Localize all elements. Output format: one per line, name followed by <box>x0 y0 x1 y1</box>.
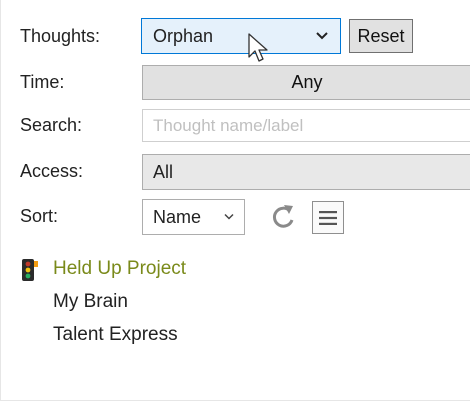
access-dropdown-value: All <box>153 161 174 182</box>
access-dropdown[interactable]: All <box>142 154 470 190</box>
thoughts-label: Thoughts: <box>20 26 101 46</box>
sort-dropdown-value: Name <box>153 206 202 227</box>
refresh-icon[interactable] <box>269 202 297 232</box>
sort-label: Sort: <box>20 206 59 226</box>
hamburger-menu-icon <box>319 210 337 225</box>
list-item[interactable]: My Brain <box>53 291 128 313</box>
search-placeholder: Thought name/label <box>153 115 304 135</box>
list-menu-button[interactable] <box>312 201 344 234</box>
traffic-light-icon <box>22 259 38 281</box>
access-label: Access: <box>20 161 84 181</box>
search-input[interactable]: Thought name/label <box>142 109 470 142</box>
chevron-down-icon <box>224 213 234 220</box>
chevron-down-icon <box>316 32 328 40</box>
sort-dropdown[interactable]: Name <box>142 199 245 235</box>
reset-button[interactable]: Reset <box>349 19 413 53</box>
thoughts-dropdown-value: Orphan <box>153 25 214 46</box>
list-item[interactable]: Talent Express <box>53 324 178 346</box>
time-label: Time: <box>20 72 65 92</box>
search-label: Search: <box>20 115 83 135</box>
list-item[interactable]: Held Up Project <box>53 258 186 280</box>
thought-filter-panel: Thoughts: Orphan Reset Time: Any Search:… <box>0 0 470 401</box>
time-filter-button[interactable]: Any <box>142 65 470 100</box>
thoughts-dropdown[interactable]: Orphan <box>141 18 341 54</box>
